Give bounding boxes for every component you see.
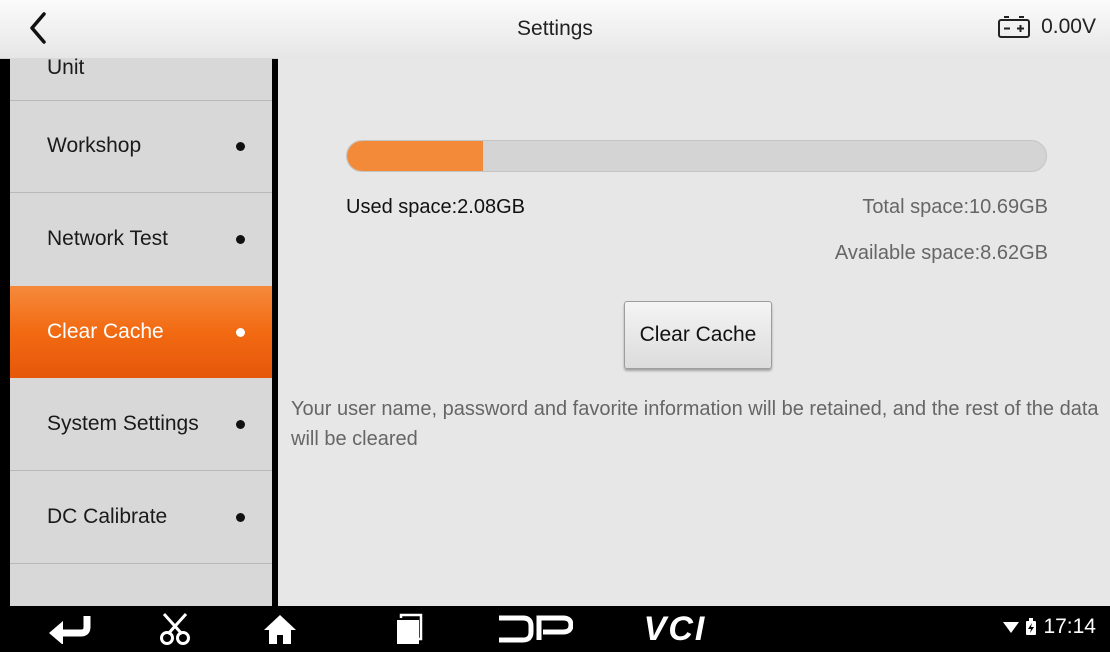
available-space-label: Available space:8.62GB <box>834 242 1048 264</box>
sidebar-item-label: System Settings <box>47 412 199 435</box>
storage-usage-fill <box>347 141 484 171</box>
settings-sidebar: Unit Workshop Network Test Clear Cache S… <box>10 58 272 606</box>
nav-vci-button[interactable]: VCI <box>630 606 720 652</box>
vci-logo-icon: VCI <box>643 609 707 648</box>
bullet-icon <box>236 234 245 244</box>
sidebar-item-network-test[interactable]: Network Test <box>10 193 272 285</box>
nav-screenshot-button[interactable] <box>145 606 205 652</box>
nav-dp-app-button[interactable] <box>490 606 580 652</box>
sidebar-item-label: Clear Cache <box>47 320 164 343</box>
sidebar-item-label: DC Calibrate <box>47 505 168 528</box>
sidebar-item-label: Network Test <box>47 227 168 250</box>
clear-cache-panel: Used space:2.08GB Total space:10.69GB Av… <box>278 58 1110 606</box>
system-navigation-bar: VCI 17:14 <box>0 606 1110 652</box>
recent-apps-icon <box>397 613 423 644</box>
sidebar-item-label: Unit <box>47 58 85 79</box>
divider <box>10 563 272 564</box>
used-space-label: Used space:2.08GB <box>346 196 525 218</box>
title-bar: Settings 0.00V <box>0 0 1110 59</box>
nav-home-button[interactable] <box>250 606 310 652</box>
total-space-label: Total space:10.69GB <box>862 196 1048 218</box>
scissors-icon <box>160 612 190 645</box>
battery-charging-icon <box>1026 618 1037 635</box>
sidebar-item-unit[interactable]: Unit <box>10 58 272 100</box>
page-title: Settings <box>517 17 593 40</box>
home-icon <box>264 615 296 644</box>
dp-logo-icon <box>499 615 573 643</box>
nav-back-button[interactable] <box>40 606 100 652</box>
storage-usage-bar <box>346 140 1047 172</box>
voltage-value: 0.00V <box>1041 15 1096 38</box>
status-area: 17:14 <box>1003 615 1096 639</box>
bullet-icon <box>236 419 245 429</box>
clear-cache-button[interactable]: Clear Cache <box>624 301 772 369</box>
sidebar-item-workshop[interactable]: Workshop <box>10 101 272 191</box>
sidebar-item-label: Workshop <box>47 134 142 157</box>
back-arrow-icon <box>49 616 91 644</box>
nav-recent-apps-button[interactable] <box>378 606 438 652</box>
battery-icon <box>998 16 1031 38</box>
sidebar-item-dc-calibrate[interactable]: DC Calibrate <box>10 471 272 563</box>
sidebar-item-system-settings[interactable]: System Settings <box>10 378 272 470</box>
clock-time: 17:14 <box>1043 615 1096 638</box>
bullet-icon <box>236 327 245 337</box>
bullet-icon <box>236 141 245 151</box>
sidebar-item-clear-cache[interactable]: Clear Cache <box>10 286 272 378</box>
voltage-indicator: 0.00V <box>997 15 1096 39</box>
wifi-icon <box>1003 622 1020 633</box>
bullet-icon <box>236 512 245 522</box>
clear-cache-note: Your user name, password and favorite in… <box>291 398 1099 450</box>
